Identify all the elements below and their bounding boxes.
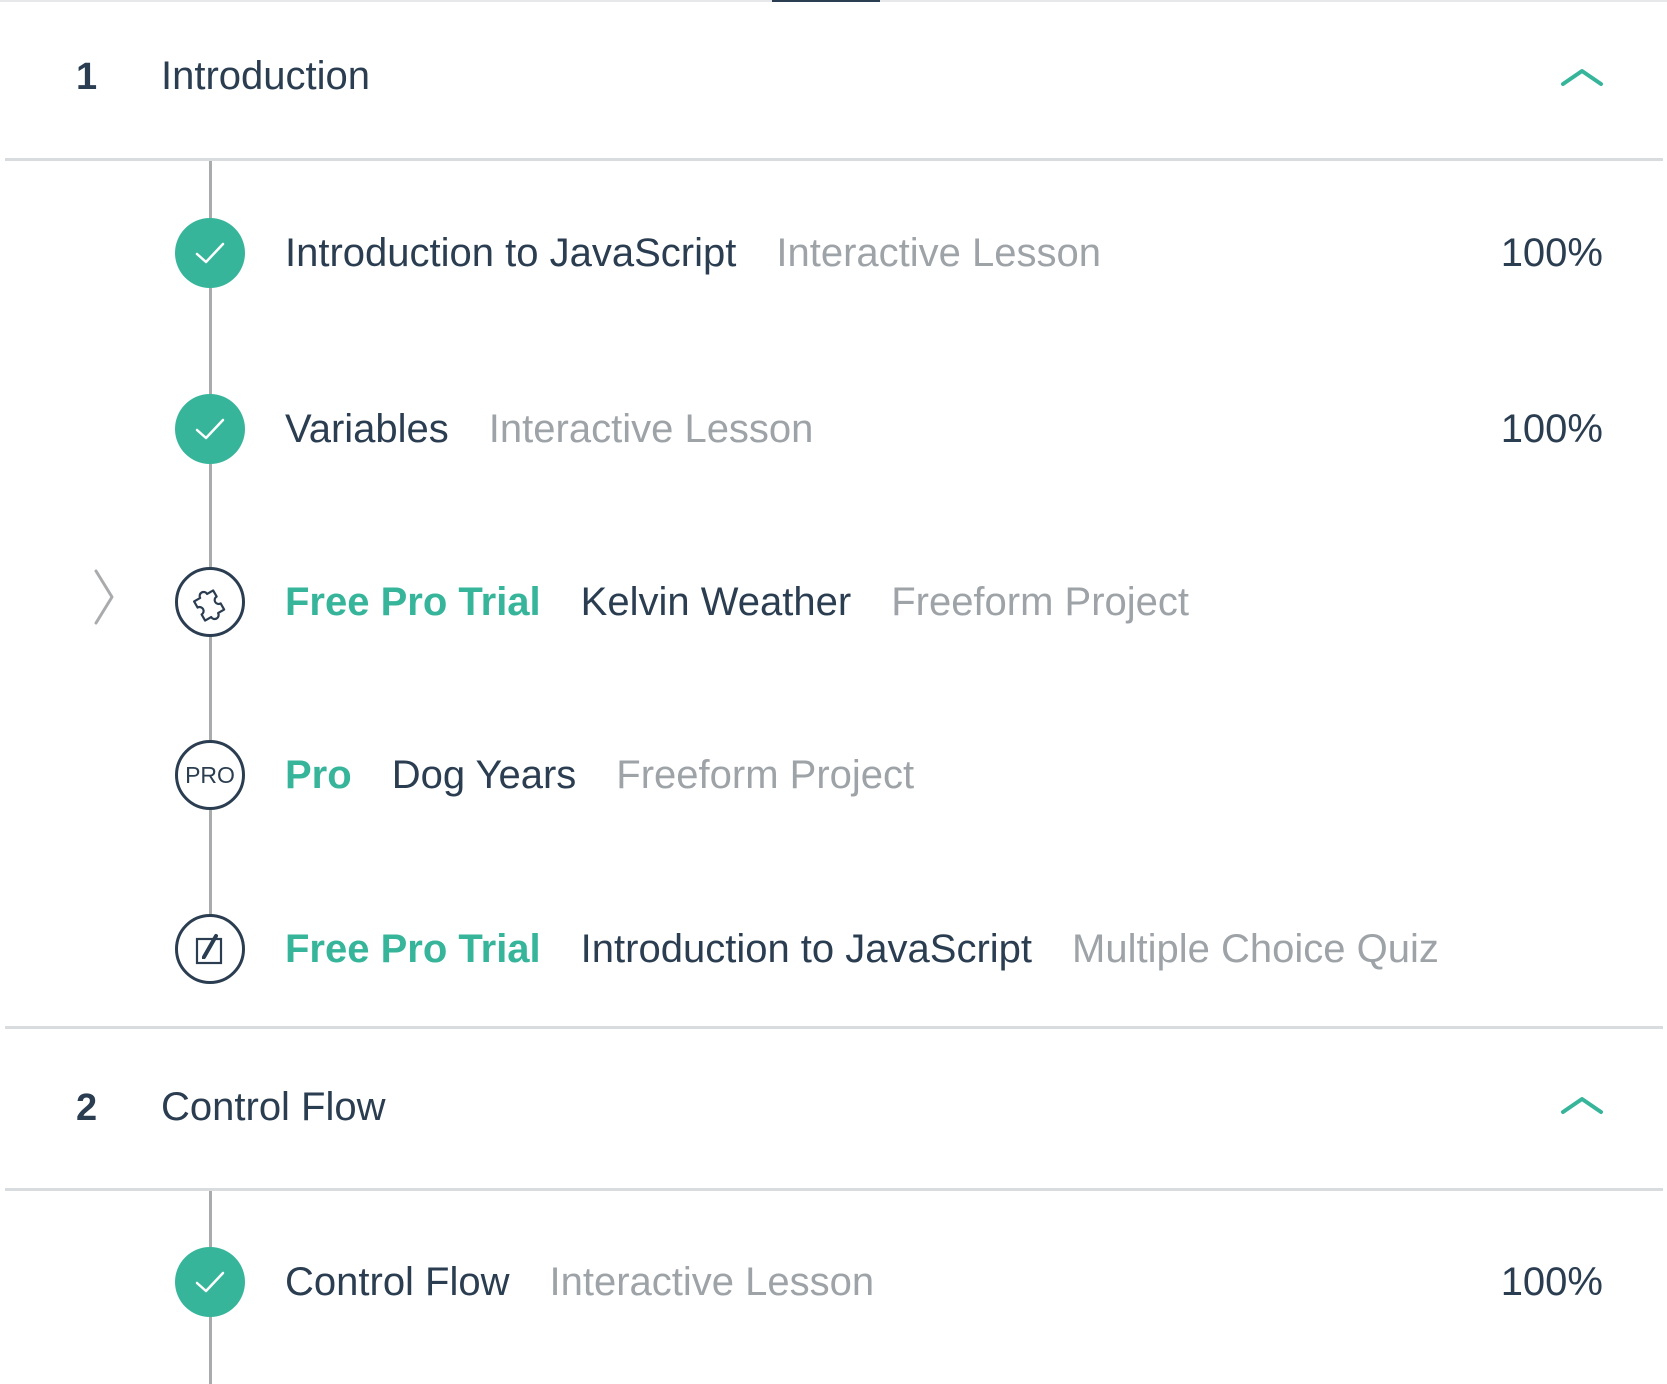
lesson-title: Variables [285, 406, 449, 451]
section-header-introduction[interactable]: 1 Introduction [0, 0, 1667, 160]
pro-icon-label: PRO [185, 762, 235, 788]
lesson-type: Freeform Project [616, 752, 915, 797]
pro-badge: Pro [285, 752, 352, 797]
progress-percent: 100% [1500, 231, 1603, 275]
check-icon [175, 394, 245, 464]
chevron-up-icon[interactable] [1560, 1094, 1604, 1116]
section-divider [5, 1188, 1663, 1191]
lesson-item[interactable]: Introduction to JavaScript Interactive L… [0, 208, 1667, 298]
lesson-type: Multiple Choice Quiz [1072, 926, 1439, 971]
section-number: 2 [76, 1087, 98, 1129]
lesson-title: Introduction to JavaScript [285, 230, 737, 275]
lesson-title: Control Flow [285, 1259, 510, 1304]
check-icon [175, 218, 245, 288]
progress-percent: 100% [1500, 1260, 1603, 1304]
lesson-title: Introduction to JavaScript [580, 926, 1033, 971]
lesson-type: Interactive Lesson [488, 406, 814, 451]
lesson-type: Interactive Lesson [776, 230, 1101, 275]
quiz-icon [175, 914, 245, 984]
free-pro-trial-badge: Free Pro Trial [285, 926, 541, 971]
progress-percent: 100% [1500, 407, 1603, 451]
lesson-item[interactable]: Variables Interactive Lesson 100% [0, 384, 1667, 474]
lesson-type: Freeform Project [891, 579, 1190, 624]
lesson-title: Dog Years [391, 752, 577, 797]
lesson-item[interactable]: Free Pro Trial Introduction to JavaScrip… [0, 904, 1667, 994]
pro-icon: PRO [175, 740, 245, 810]
chevron-up-icon[interactable] [1560, 66, 1604, 88]
free-pro-trial-badge: Free Pro Trial [285, 579, 541, 624]
section-divider [5, 158, 1663, 161]
section-title: Introduction [161, 54, 371, 98]
check-icon [175, 1247, 245, 1317]
lesson-item[interactable]: Control Flow Interactive Lesson 100% [0, 1237, 1667, 1327]
puzzle-icon [175, 567, 245, 637]
lesson-item[interactable]: Free Pro Trial Kelvin Weather Freeform P… [0, 557, 1667, 647]
section-title: Control Flow [161, 1085, 386, 1129]
section-number: 1 [76, 56, 98, 98]
lesson-item[interactable]: PRO Pro Dog Years Freeform Project [0, 730, 1667, 820]
lesson-type: Interactive Lesson [549, 1259, 875, 1304]
section-header-control-flow[interactable]: 2 Control Flow [0, 1029, 1667, 1189]
lesson-title: Kelvin Weather [580, 579, 852, 624]
